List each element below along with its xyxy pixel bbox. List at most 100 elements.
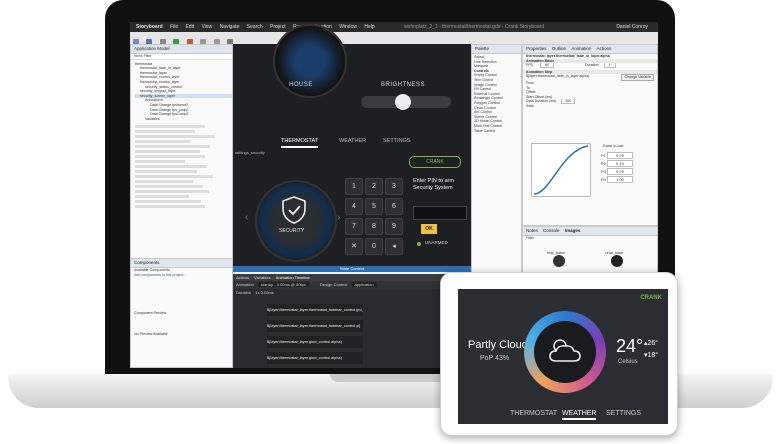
window-title: wohnplatz_2_1 - thermostat/thermostat.gd… — [404, 24, 545, 30]
high-temp: ▴26° — [644, 340, 659, 347]
tab-actions[interactable]: Actions — [597, 46, 612, 51]
key-0[interactable]: 0 — [365, 238, 383, 255]
user-name: Daniel Conroy — [616, 24, 648, 30]
device-screen[interactable]: CRANK Partly Cloudy PoP 43% 24° Celsius … — [458, 289, 668, 424]
tab-console[interactable]: Console — [543, 228, 560, 233]
menu-item-view[interactable]: View — [202, 24, 213, 30]
timeline-row[interactable]: ${layer:thermostat_layer.glow_control.al… — [267, 336, 363, 348]
tab-animation-timeline[interactable]: Animation Timeline — [276, 275, 310, 280]
change-variable-button[interactable]: Change Variable — [621, 74, 654, 81]
low-temp-value: 18° — [647, 352, 659, 359]
no-preview-label: No Preview Available — [134, 331, 168, 336]
tab-notes[interactable]: Notes — [526, 228, 538, 233]
key-1[interactable]: 1 — [345, 178, 363, 195]
timeline-row[interactable]: ${layer:thermostat_layer.thermostat_fade… — [267, 304, 363, 316]
curve-field: P1 0.25 P2 0.10 P3 0.25 P4 1.00 — [601, 152, 655, 183]
design-context-select[interactable]: application — [351, 282, 377, 287]
menu-item-file[interactable]: File — [170, 24, 178, 30]
tab-actions-timeline[interactable]: Actions — [236, 275, 249, 280]
tab-weather[interactable]: WEATHER — [339, 138, 366, 144]
menu-item-search[interactable]: Search — [247, 24, 263, 30]
fps-value[interactable]: 60 — [540, 63, 554, 68]
curve-field-value[interactable]: 0.25 — [607, 152, 633, 159]
key-3[interactable]: 3 — [385, 178, 403, 195]
image-thumb-label: help_button — [547, 251, 566, 255]
keypad: 1 2 3 4 5 6 7 8 9 ✕ 0 ◂ — [345, 178, 409, 262]
image-thumb[interactable] — [553, 255, 565, 267]
tab-thermostat[interactable]: THERMOSTAT — [281, 138, 319, 148]
to-label: To — [526, 85, 530, 90]
device-tab-weather[interactable]: WEATHER — [562, 410, 597, 420]
images-tabs: Notes Console Images — [523, 227, 657, 236]
image-thumb-label: circle_black — [605, 251, 624, 255]
key-9[interactable]: 9 — [385, 218, 403, 235]
duration-value[interactable]: 1 — [603, 63, 616, 68]
curve-field-value[interactable]: 0.25 — [607, 168, 633, 175]
crank-logo-text: CRANK — [426, 159, 444, 165]
images-filter[interactable]: Filter — [523, 236, 657, 241]
shield-icon — [282, 196, 306, 229]
status-dot-icon — [417, 242, 421, 246]
menu-item-project[interactable]: Project — [270, 24, 286, 30]
timeline-duration-value: 1s 0.00ms — [255, 290, 274, 295]
variable-value[interactable]: ${layer:thermostat_fade_in_layer.alpha} — [526, 74, 589, 78]
pin-prompt: Enter PIN to arm Security System — [413, 178, 454, 191]
device-crank-logo: CRANK — [640, 295, 662, 301]
crank-logo: CRANK — [409, 156, 461, 168]
menu-bar: Storyboard File Edit View Navigate Searc… — [130, 22, 658, 32]
tab-images[interactable]: Images — [565, 228, 581, 233]
ease-label: Ease in-out — [603, 143, 624, 148]
palette-item[interactable]: Table Control — [474, 129, 521, 134]
menu-item-edit[interactable]: Edit — [186, 24, 195, 30]
device-tab-thermostat[interactable]: THERMOSTAT — [510, 410, 557, 417]
fps-label: FPS — [526, 63, 533, 68]
key-8[interactable]: 8 — [365, 218, 383, 235]
ok-button[interactable]: OK — [421, 224, 437, 234]
design-context-label: Design Context — [320, 282, 348, 287]
properties-panel: Properties Outline Animation Actions the… — [522, 44, 658, 226]
curve-field-label: P2 — [601, 161, 606, 166]
chevron-right-icon[interactable]: › — [337, 212, 340, 223]
palette-title: Palette — [472, 45, 521, 54]
easing-curve-graph[interactable] — [531, 143, 591, 197]
component-preview-label: Component Preview — [134, 311, 167, 316]
tab-variables[interactable]: Variables — [254, 275, 270, 280]
tab-outline[interactable]: Outline — [552, 46, 566, 51]
key-2[interactable]: 2 — [365, 178, 383, 195]
device-tab-settings[interactable]: SETTINGS — [606, 410, 641, 417]
curve-field-value[interactable]: 1.00 — [607, 176, 633, 183]
curve-field-value[interactable]: 0.10 — [607, 160, 633, 167]
key-backspace[interactable]: ◂ — [385, 238, 403, 255]
key-6[interactable]: 6 — [385, 198, 403, 215]
image-thumb[interactable] — [611, 255, 623, 267]
data-duration-value[interactable]: 250 — [561, 99, 576, 104]
offset-label: Offset — [526, 90, 536, 95]
animation-select[interactable]: startup - 0.00ms @ 60fps — [257, 282, 309, 287]
design-canvas[interactable]: HOUSE BRIGHTNESS THERMOSTAT WEATHER SETT… — [233, 24, 471, 266]
key-5[interactable]: 5 — [365, 198, 383, 215]
rate-label: Rate — [526, 103, 534, 108]
tab-properties[interactable]: Properties — [526, 46, 547, 51]
key-4[interactable]: 4 — [345, 198, 363, 215]
tab-settings[interactable]: SETTINGS — [383, 138, 411, 144]
pin-input[interactable] — [413, 206, 467, 220]
menu-item-window[interactable]: Window — [339, 24, 357, 30]
timeline-row[interactable]: ${layer:thermostat_layer.glow_control.al… — [267, 352, 363, 364]
tab-animation[interactable]: Animation — [571, 46, 591, 51]
add-components-link[interactable]: Add components to this project... — [131, 273, 232, 278]
components-panel: Components Available Components Add comp… — [130, 258, 233, 368]
menu-item-navigate[interactable]: Navigate — [220, 24, 240, 30]
chevron-left-icon[interactable]: ‹ — [245, 212, 248, 223]
menu-item-storyboard[interactable]: Storyboard — [136, 24, 163, 30]
brightness-slider-knob[interactable] — [395, 94, 411, 110]
menu-item-help[interactable]: Help — [364, 24, 374, 30]
laptop-notch — [330, 374, 450, 382]
fps-row: FPS 60 Duration 1 — [523, 63, 657, 68]
key-7[interactable]: 7 — [345, 218, 363, 235]
security-label: SECURITY — [279, 228, 305, 234]
timeline-row[interactable]: ${layer:thermostat_layer.thermostat_fade… — [267, 320, 363, 332]
key-clear[interactable]: ✕ — [345, 238, 363, 255]
rate-row: Rate — [523, 104, 657, 109]
components-title: Components — [131, 259, 232, 268]
partly-cloudy-icon — [548, 335, 582, 370]
